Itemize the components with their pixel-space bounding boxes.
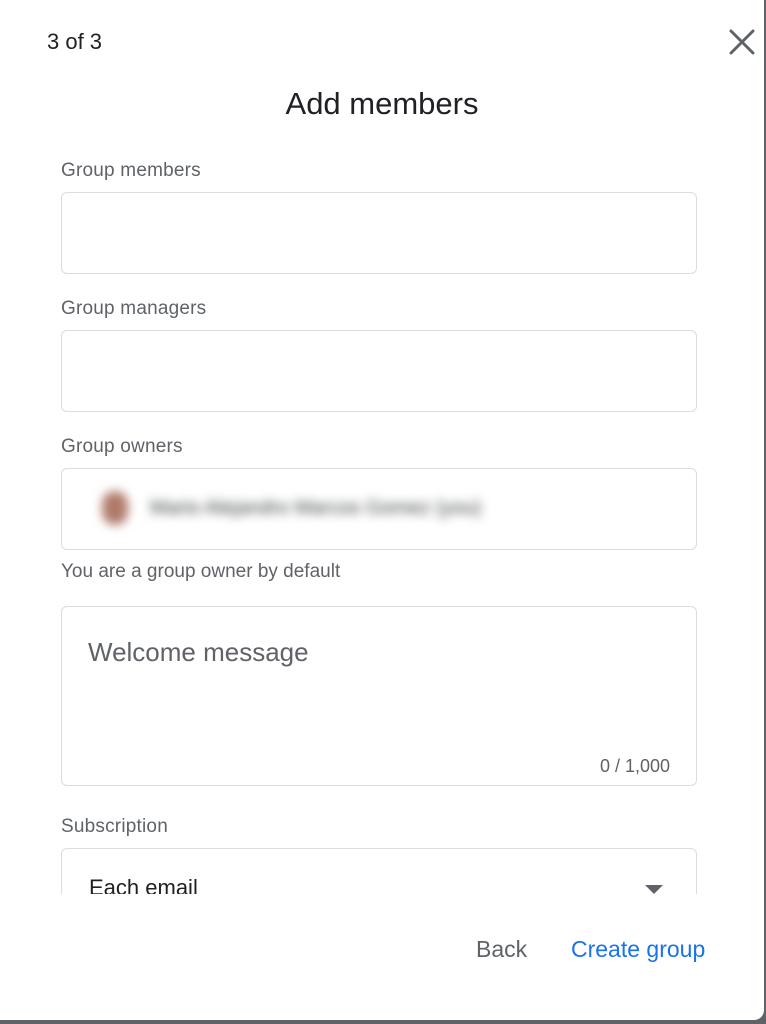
welcome-message-input[interactable] — [88, 637, 668, 668]
owner-name: Mario Alejandro Marcos Gomez (you) — [150, 496, 482, 519]
group-managers-input[interactable] — [61, 330, 697, 412]
create-group-button[interactable]: Create group — [571, 936, 705, 963]
form-scroll-area[interactable]: Group members Group managers Group owner… — [0, 140, 764, 894]
dropdown-arrow-icon — [645, 885, 663, 894]
group-owners-label: Group owners — [61, 436, 183, 457]
group-members-label: Group members — [61, 160, 201, 181]
back-button[interactable]: Back — [476, 936, 527, 963]
character-counter: 0 / 1,000 — [599, 756, 670, 776]
avatar — [102, 491, 128, 525]
close-button[interactable] — [722, 22, 762, 62]
close-icon — [729, 29, 755, 55]
group-owners-input[interactable]: Mario Alejandro Marcos Gomez (you) — [61, 468, 697, 550]
subscription-value: Each email — [89, 875, 198, 894]
add-members-dialog: 3 of 3 Add members Group members Group m… — [0, 0, 764, 1020]
dialog-title: Add members — [285, 86, 479, 121]
subscription-select[interactable]: Each email — [61, 848, 697, 894]
step-indicator: 3 of 3 — [47, 29, 103, 54]
group-members-input[interactable] — [61, 192, 697, 274]
group-managers-label: Group managers — [61, 298, 207, 319]
owner-chip[interactable]: Mario Alejandro Marcos Gomez (you) — [102, 491, 481, 525]
subscription-label: Subscription — [61, 816, 168, 837]
welcome-message-field[interactable]: 0 / 1,000 — [61, 606, 697, 786]
owner-default-hint: You are a group owner by default — [61, 561, 341, 582]
